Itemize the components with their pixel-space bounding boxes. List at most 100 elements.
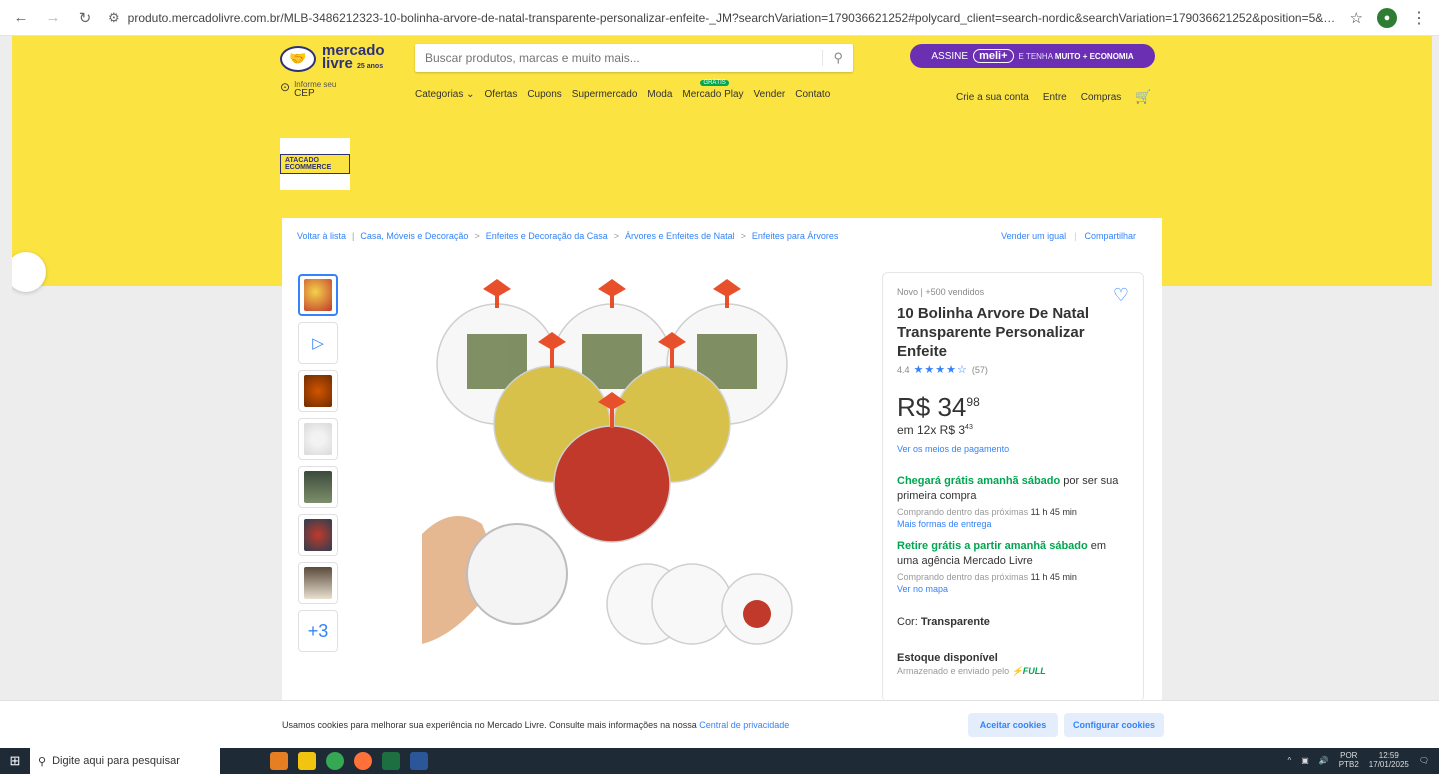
buy-box: Novo | +500 vendidos ♡ 10 Bolinha Arvore… <box>882 272 1144 700</box>
promo-suffix-b: MUITO + ECONOMIA <box>1054 51 1134 61</box>
create-account-link[interactable]: Crie a sua conta <box>956 92 1029 103</box>
language-indicator[interactable]: POR PTB2 <box>1339 751 1359 769</box>
thumbnail[interactable] <box>298 514 338 556</box>
cep-selector[interactable]: ⊙ Informe seu CEP <box>280 80 336 99</box>
share-link[interactable]: Compartilhar <box>1084 231 1136 241</box>
installments: em 12x R$ 343 <box>897 423 973 437</box>
bookmark-star-icon[interactable]: ☆ <box>1350 9 1363 27</box>
category-nav: Categorias ⌄ Ofertas Cupons Supermercado… <box>415 80 830 100</box>
ornament-photo <box>467 334 757 389</box>
payment-methods-link[interactable]: Ver os meios de pagamento <box>897 444 1129 454</box>
back-arrow-icon[interactable]: ← <box>12 9 30 26</box>
site-settings-icon[interactable]: ⚙ <box>108 10 120 26</box>
notifications-icon[interactable]: 🗨 <box>1419 756 1429 765</box>
firefox-icon[interactable] <box>354 752 372 770</box>
address-bar[interactable]: ⚙ produto.mercadolivre.com.br/MLB-348621… <box>108 10 1336 26</box>
forward-arrow-icon[interactable]: → <box>44 9 62 26</box>
breadcrumb-item[interactable]: Casa, Móveis e Decoração <box>360 231 468 241</box>
shipping-info: Chegará grátis amanhã sábado por ser sua… <box>897 475 1119 502</box>
meli-plus-banner[interactable]: ASSINE meli+ E TENHA MUITO + ECONOMIA <box>910 44 1155 68</box>
windows-start-icon[interactable]: ⊞ <box>0 748 30 774</box>
url-text[interactable]: produto.mercadolivre.com.br/MLB-34862123… <box>128 11 1336 25</box>
store-logo-text: ATACADO ECOMMERCE <box>280 154 350 174</box>
chrome-icon[interactable] <box>326 752 344 770</box>
accept-cookies-button[interactable]: Aceitar cookies <box>968 713 1058 737</box>
store-logo[interactable]: ATACADO ECOMMERCE <box>280 138 350 190</box>
breadcrumb-item[interactable]: Enfeites para Árvores <box>752 231 839 241</box>
pickup-info: Retire grátis a partir amanhã sábado em … <box>897 540 1107 567</box>
search-icon[interactable]: ⚲ <box>822 50 843 66</box>
taskbar-search[interactable]: ⚲ Digite aqui para pesquisar <box>30 748 220 774</box>
breadcrumb: Voltar à lista | Casa, Móveis e Decoraçã… <box>297 231 839 241</box>
stock-title: Estoque disponível <box>897 652 998 664</box>
product-card: Voltar à lista | Casa, Móveis e Decoraçã… <box>282 218 1162 700</box>
excel-icon[interactable] <box>382 752 400 770</box>
sell-same-link[interactable]: Vender um igual <box>1001 231 1066 241</box>
tray-chevron-icon[interactable]: ^ <box>1287 756 1291 765</box>
ornament-small-fill <box>743 600 771 628</box>
volume-icon[interactable]: 🔊 <box>1319 756 1329 765</box>
people-app-icon[interactable] <box>270 752 288 770</box>
nav-categorias[interactable]: Categorias ⌄ <box>415 89 475 100</box>
taskbar-apps <box>270 752 428 770</box>
browser-toolbar: ← → ↻ ⚙ produto.mercadolivre.com.br/MLB-… <box>0 0 1439 36</box>
handshake-icon: 🤝 <box>280 45 316 72</box>
thumbnail[interactable] <box>298 370 338 412</box>
price-cents: 98 <box>966 395 980 409</box>
login-link[interactable]: Entre <box>1043 92 1067 103</box>
thumbnail[interactable] <box>298 562 338 604</box>
word-icon[interactable] <box>410 752 428 770</box>
privacy-center-link[interactable]: Central de privacidade <box>699 720 789 730</box>
nav-supermercado[interactable]: Supermercado <box>572 89 638 100</box>
cookie-message: Usamos cookies para melhorar sua experiê… <box>282 720 790 730</box>
nav-ofertas[interactable]: Ofertas <box>485 89 518 100</box>
system-tray: ^ ▣ 🔊 POR PTB2 12:59 17/01/2025 🗨 <box>1287 751 1429 769</box>
back-to-list-link[interactable]: Voltar à lista <box>297 231 346 241</box>
floating-circle-button[interactable] <box>12 252 46 292</box>
promo-prefix: ASSINE <box>931 50 969 62</box>
clock[interactable]: 12:59 17/01/2025 <box>1369 751 1409 769</box>
nav-moda[interactable]: Moda <box>647 89 672 100</box>
product-main-image[interactable] <box>422 274 802 650</box>
thumbnail[interactable] <box>298 418 338 460</box>
cart-icon[interactable]: 🛒 <box>1135 89 1151 105</box>
nav-vender[interactable]: Vender <box>754 89 786 100</box>
ornament-ball-red <box>553 425 671 543</box>
search-bar: ⚲ <box>415 44 853 72</box>
browser-menu-icon[interactable]: ⋮ <box>1411 8 1427 28</box>
page-viewport: 🤝 mercado livre 25 anos ⚲ ASSINE meli+ E… <box>12 36 1432 700</box>
configure-cookies-button[interactable]: Configurar cookies <box>1064 713 1164 737</box>
price: R$ 3498 <box>897 392 980 422</box>
rating-row[interactable]: 4.4 ★★★★☆ (57) <box>897 363 1129 376</box>
nav-cupons[interactable]: Cupons <box>527 89 561 100</box>
rating-stars-icon: ★★★★☆ <box>913 364 968 376</box>
reload-icon[interactable]: ↻ <box>76 9 94 27</box>
thumbnail[interactable] <box>298 274 338 316</box>
search-input[interactable] <box>425 51 823 65</box>
more-images-button[interactable]: +3 <box>298 610 338 652</box>
profile-avatar[interactable]: ● <box>1377 7 1397 28</box>
nav-contato[interactable]: Contato <box>795 89 830 100</box>
network-icon[interactable]: ▣ <box>1301 756 1309 765</box>
file-explorer-icon[interactable] <box>298 752 316 770</box>
nav-mercado-play[interactable]: GRÁTIS Mercado Play <box>682 80 744 100</box>
view-map-link[interactable]: Ver no mapa <box>897 584 1129 594</box>
full-badge: ⚡FULL <box>1011 666 1046 676</box>
cep-label: CEP <box>294 88 315 99</box>
promo-suffix-a: E TENHA <box>1018 51 1053 61</box>
breadcrumb-item[interactable]: Enfeites e Decoração da Casa <box>486 231 608 241</box>
color-selector[interactable]: Cor: Transparente <box>897 616 1129 628</box>
rating-value: 4.4 <box>897 364 910 375</box>
empty-ornament <box>466 523 568 625</box>
favorite-heart-icon[interactable]: ♡ <box>1113 285 1129 306</box>
location-pin-icon: ⊙ <box>280 80 291 94</box>
magnifier-icon: ⚲ <box>38 755 47 768</box>
thumbnail[interactable] <box>298 466 338 508</box>
video-thumbnail[interactable]: ▷ <box>298 322 338 364</box>
purchases-link[interactable]: Compras <box>1081 92 1122 103</box>
mercadolivre-logo[interactable]: 🤝 mercado livre 25 anos <box>280 43 385 73</box>
taskbar-search-placeholder: Digite aqui para pesquisar <box>52 755 180 767</box>
breadcrumb-item[interactable]: Árvores e Enfeites de Natal <box>625 231 735 241</box>
logo-word-2: livre <box>322 55 353 72</box>
more-delivery-options-link[interactable]: Mais formas de entrega <box>897 519 1129 529</box>
